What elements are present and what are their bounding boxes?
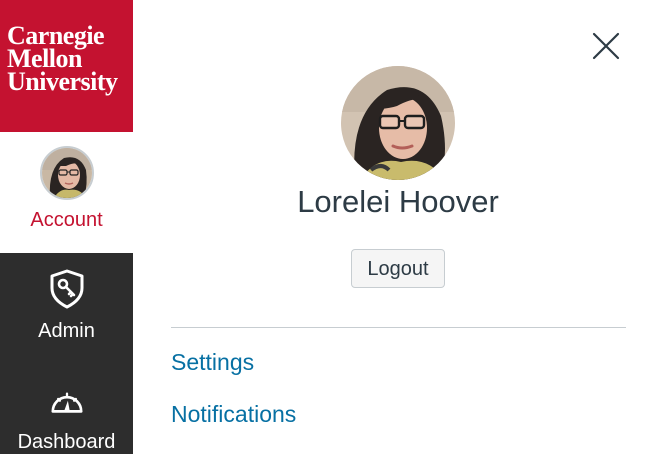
logo-line: University bbox=[7, 67, 118, 96]
settings-link[interactable]: Settings bbox=[171, 347, 254, 377]
avatar bbox=[341, 66, 455, 180]
logo-wordmark: Carnegie Mellon University bbox=[7, 23, 118, 96]
notifications-link[interactable]: Notifications bbox=[171, 399, 296, 429]
divider bbox=[171, 327, 626, 328]
nav-item-label: Admin bbox=[38, 320, 95, 342]
global-navigation: Carnegie Mellon University Account Admin… bbox=[0, 0, 133, 454]
nav-item-label: Account bbox=[30, 209, 103, 231]
nav-item-label: Dashboard bbox=[17, 431, 116, 453]
account-tray: Lorelei Hoover Logout Settings Notificat… bbox=[133, 0, 663, 454]
nav-item-admin[interactable]: Admin bbox=[0, 253, 133, 363]
close-icon[interactable] bbox=[592, 32, 620, 60]
avatar-photo bbox=[41, 148, 92, 198]
dashboard-speedometer-icon bbox=[50, 392, 83, 413]
logout-button[interactable]: Logout bbox=[351, 249, 445, 288]
admin-shield-icon bbox=[50, 269, 83, 309]
university-logo[interactable]: Carnegie Mellon University bbox=[0, 0, 133, 132]
user-name: Lorelei Hoover bbox=[297, 184, 499, 219]
nav-item-dashboard[interactable]: Dashboard bbox=[0, 363, 133, 454]
avatar bbox=[39, 146, 94, 200]
profile-photo bbox=[341, 66, 455, 180]
nav-item-account[interactable]: Account bbox=[0, 132, 133, 253]
